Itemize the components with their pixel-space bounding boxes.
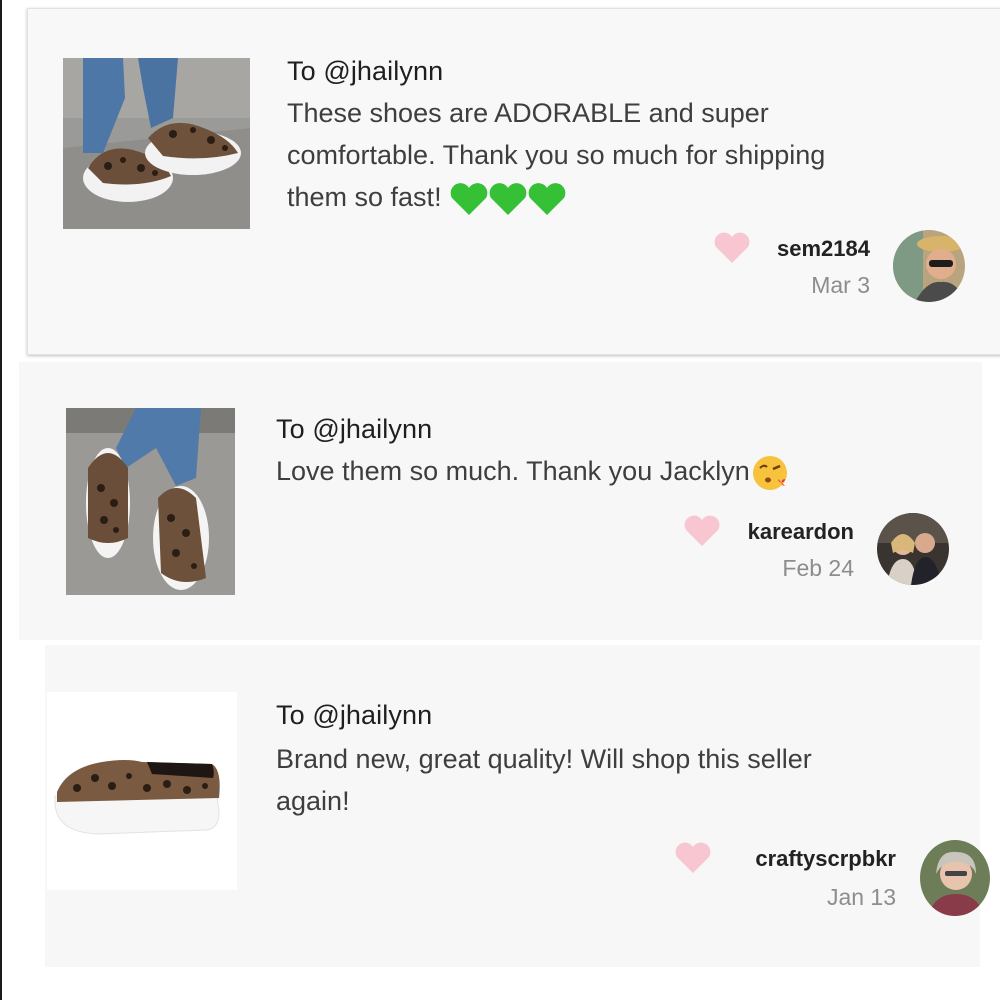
review-date: Feb 24 [782, 555, 854, 581]
review-date: Mar 3 [811, 272, 870, 298]
review-message-line: These shoes are ADORABLE and super [287, 98, 769, 128]
review-message-text: them so fast! [287, 182, 442, 212]
review-message-line: Brand new, great quality! Will shop this… [276, 744, 812, 774]
product-photo[interactable] [47, 692, 237, 890]
reviewer-username[interactable]: craftyscrpbkr [708, 846, 896, 872]
reviewer-username[interactable]: kareardon [714, 519, 854, 545]
product-photo[interactable] [66, 408, 235, 595]
reviewer-avatar[interactable] [920, 840, 990, 916]
review-message-line: them so fast! [287, 176, 825, 219]
reviewer-username[interactable]: sem2184 [740, 236, 870, 262]
review-date: Jan 13 [826, 884, 896, 910]
recipient-label: To @jhailynn [287, 56, 444, 86]
face-blowing-kiss-icon [752, 455, 787, 490]
product-photo[interactable] [63, 58, 250, 229]
left-edge-divider [0, 0, 2, 1000]
green-heart-icon [450, 183, 566, 215]
review-message: Brand new, great quality! Will shop this… [276, 738, 812, 822]
review-message-line: comfortable. Thank you so much for shipp… [287, 140, 826, 170]
recipient-label: To @jhailynn [276, 414, 433, 444]
reviewer-avatar[interactable] [893, 230, 965, 302]
review-message: Love them so much. Thank you Jacklyn [276, 450, 790, 493]
review-message-line: again! [276, 786, 350, 816]
recipient-label: To @jhailynn [276, 700, 433, 730]
review-message: These shoes are ADORABLE and super comfo… [287, 92, 825, 219]
like-heart-icon[interactable] [674, 842, 712, 874]
reviewer-avatar[interactable] [877, 513, 949, 585]
review-message-text: Love them so much. Thank you Jacklyn [276, 456, 750, 486]
